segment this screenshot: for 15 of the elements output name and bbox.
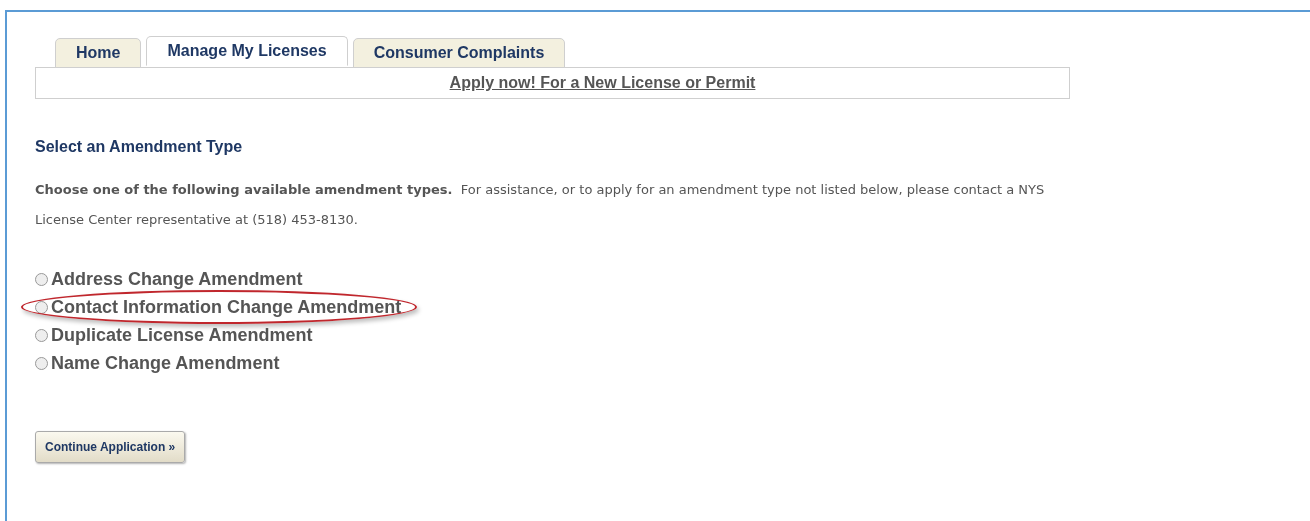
continue-button[interactable]: Continue Application » xyxy=(35,431,186,463)
option-label: Address Change Amendment xyxy=(51,267,303,291)
intro-paragraph: Choose one of the following available amendment types. For assistance, or to apply for an amendment type not listed below, please contact a NYS License Center representative at (518) 453-8130. xyxy=(35,181,1046,229)
radio-button[interactable] xyxy=(35,356,48,370)
section-heading: Select an Amendment Type xyxy=(35,137,243,157)
nav-tab[interactable]: Home xyxy=(55,38,142,68)
nav-tab[interactable]: Consumer Complaints xyxy=(352,38,566,68)
radio-button[interactable] xyxy=(35,328,48,342)
radio-button[interactable] xyxy=(35,300,48,314)
apply-link[interactable]: Apply now! For a New License or Permit xyxy=(449,71,756,95)
option-label: Contact Information Change Amendment xyxy=(51,295,402,319)
option-label: Name Change Amendment xyxy=(51,351,280,375)
option-label: Duplicate License Amendment xyxy=(51,323,313,347)
nav-tab[interactable]: Manage My Licenses xyxy=(146,36,348,66)
radio-button[interactable] xyxy=(35,272,48,286)
